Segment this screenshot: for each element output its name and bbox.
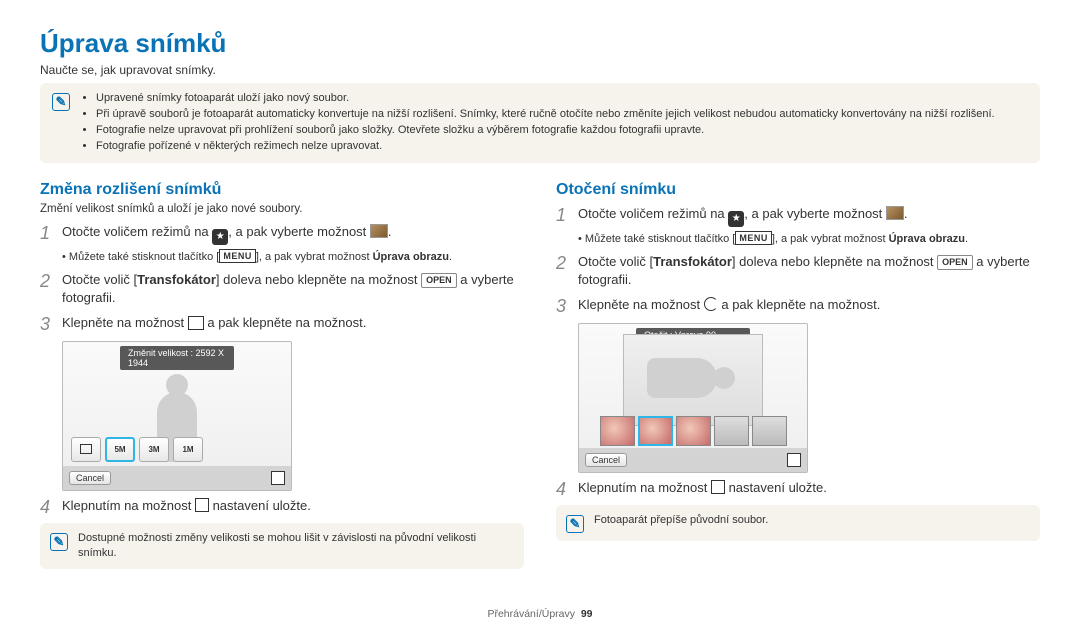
- step-3: 3 Klepněte na možnost a pak klepněte na …: [556, 296, 1040, 318]
- page-number: 99: [581, 608, 593, 620]
- step-4: 4 Klepnutím na možnost nastavení uložte.: [40, 497, 524, 519]
- right-column: Otočení snímku 1 Otočte voličem režimů n…: [556, 173, 1040, 580]
- step-number: 4: [556, 479, 570, 501]
- note-icon: ✎: [50, 533, 68, 551]
- step-body: Otočte voličem režimů na ★, a pak vybert…: [62, 223, 392, 245]
- footer-section: Přehrávání/Úpravy: [487, 608, 575, 620]
- rotate-thumb-selected[interactable]: [638, 416, 673, 446]
- step-number: 3: [556, 296, 570, 318]
- resize-options-row: 5M 3M 1M: [71, 434, 283, 464]
- page-footer: Přehrávání/Úpravy 99: [0, 608, 1080, 620]
- section-title-rotate: Otočení snímku: [556, 181, 1040, 199]
- rotate-thumb[interactable]: [600, 416, 635, 446]
- rotate-mock-screen: Otočit : Vpravo 90 stupňů Cancel: [578, 323, 808, 473]
- resize-note-box: ✎ Dostupné možnosti změny velikosti se m…: [40, 523, 524, 570]
- top-note-list: Upravené snímky fotoaparát uloží jako no…: [80, 91, 995, 155]
- resize-option[interactable]: 1M: [173, 437, 203, 462]
- gallery-thumb-icon: [886, 206, 904, 220]
- save-icon[interactable]: [271, 471, 285, 485]
- open-button-label: OPEN: [937, 255, 973, 270]
- note-icon: ✎: [52, 93, 70, 111]
- step-number: 1: [556, 205, 570, 227]
- step-number: 1: [40, 223, 54, 245]
- save-icon: [195, 498, 209, 512]
- resize-option-selected[interactable]: 5M: [105, 437, 135, 462]
- mock-center-photo: [623, 334, 763, 426]
- resize-option[interactable]: [71, 437, 101, 462]
- note-item: Fotografie nelze upravovat při prohlížen…: [96, 123, 995, 139]
- note-icon: ✎: [566, 515, 584, 533]
- mode-dial-icon: ★: [212, 229, 228, 245]
- note-item: Fotografie pořízené v některých režimech…: [96, 139, 995, 155]
- resize-icon: [188, 316, 204, 330]
- cancel-button[interactable]: Cancel: [69, 471, 111, 485]
- intro-text: Naučte se, jak upravovat snímky.: [40, 63, 1040, 77]
- step-2: 2 Otočte volič [Transfokátor] doleva neb…: [556, 253, 1040, 289]
- mode-dial-icon: ★: [728, 211, 744, 227]
- step-1: 1 Otočte voličem režimů na ★, a pak vybe…: [556, 205, 1040, 227]
- resize-note-text: Dostupné možnosti změny velikosti se moh…: [78, 531, 514, 562]
- page-title: Úprava snímků: [40, 28, 1040, 59]
- mock-bottom-bar: Cancel: [63, 466, 291, 490]
- rotate-thumbs-row: [579, 416, 807, 448]
- resize-option[interactable]: 3M: [139, 437, 169, 462]
- rotate-thumb[interactable]: [752, 416, 787, 446]
- step-3: 3 Klepněte na možnost a pak klepněte na …: [40, 314, 524, 336]
- menu-button-label: MENU: [735, 231, 772, 246]
- step-number: 2: [40, 271, 54, 307]
- rotate-icon: [704, 297, 718, 311]
- step-body: Klepnutím na možnost nastavení uložte.: [62, 497, 311, 519]
- rotate-thumb[interactable]: [714, 416, 749, 446]
- step-body: Klepněte na možnost a pak klepněte na mo…: [578, 296, 880, 318]
- rotate-thumb[interactable]: [676, 416, 711, 446]
- rotate-note-box: ✎ Fotoaparát přepíše původní soubor.: [556, 505, 1040, 541]
- save-icon: [711, 480, 725, 494]
- step-body: Klepněte na možnost a pak klepněte na mo…: [62, 314, 366, 336]
- mock-label: Změnit velikost : 2592 X 1944: [120, 346, 234, 370]
- step-number: 3: [40, 314, 54, 336]
- mock-bottom-bar: Cancel: [579, 448, 807, 472]
- step-body: Klepnutím na možnost nastavení uložte.: [578, 479, 827, 501]
- top-note-box: ✎ Upravené snímky fotoaparát uloží jako …: [40, 83, 1040, 163]
- step-1-sub: Můžete také stisknout tlačítko [MENU], a…: [578, 231, 1040, 247]
- step-1: 1 Otočte voličem režimů na ★, a pak vybe…: [40, 223, 524, 245]
- gallery-thumb-icon: [370, 224, 388, 238]
- cancel-button[interactable]: Cancel: [585, 453, 627, 467]
- section-title-resize: Změna rozlišení snímků: [40, 181, 524, 199]
- resize-mock-screen: Změnit velikost : 2592 X 1944 5M 3M 1M C…: [62, 341, 292, 491]
- step-body: Otočte volič [Transfokátor] doleva nebo …: [62, 271, 524, 307]
- step-1-sub: Můžete také stisknout tlačítko [MENU], a…: [62, 249, 524, 265]
- resize-desc: Změní velikost snímků a uloží je jako no…: [40, 203, 524, 215]
- step-number: 2: [556, 253, 570, 289]
- menu-button-label: MENU: [219, 249, 256, 264]
- rotate-note-text: Fotoaparát přepíše původní soubor.: [594, 513, 768, 528]
- step-number: 4: [40, 497, 54, 519]
- step-2: 2 Otočte volič [Transfokátor] doleva neb…: [40, 271, 524, 307]
- step-body: Otočte volič [Transfokátor] doleva nebo …: [578, 253, 1040, 289]
- open-button-label: OPEN: [421, 273, 457, 288]
- left-column: Změna rozlišení snímků Změní velikost sn…: [40, 173, 524, 580]
- note-item: Upravené snímky fotoaparát uloží jako no…: [96, 91, 995, 107]
- step-body: Otočte voličem režimů na ★, a pak vybert…: [578, 205, 908, 227]
- step-4: 4 Klepnutím na možnost nastavení uložte.: [556, 479, 1040, 501]
- save-icon[interactable]: [787, 453, 801, 467]
- note-item: Při úpravě souborů je fotoaparát automat…: [96, 107, 995, 123]
